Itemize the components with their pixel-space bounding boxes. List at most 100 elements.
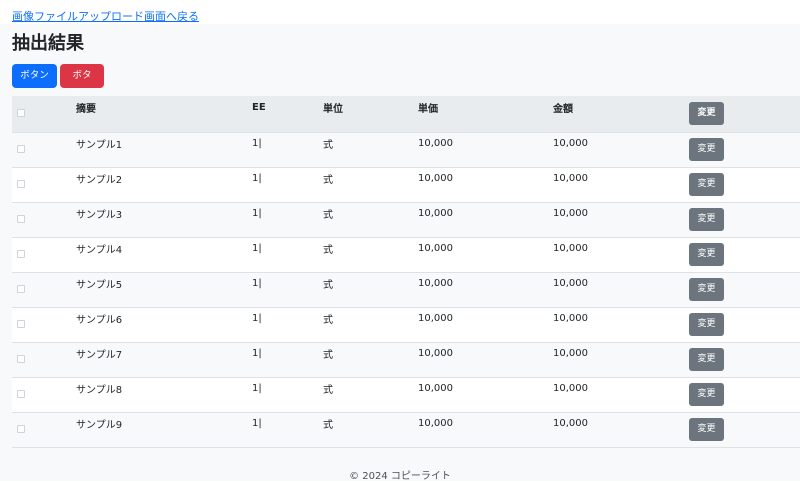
cell-action: 変更 bbox=[689, 307, 800, 343]
cell-action: 変更 bbox=[689, 237, 800, 273]
cell-action: 変更 bbox=[689, 132, 800, 168]
change-button[interactable]: 変更 bbox=[689, 208, 724, 231]
cell-qty: 1| bbox=[252, 132, 323, 168]
row-select-cell bbox=[12, 342, 76, 378]
header-summary: 摘要 bbox=[76, 96, 252, 133]
change-button[interactable]: 変更 bbox=[689, 138, 724, 161]
cell-summary-text: サンプル5 bbox=[76, 280, 123, 291]
row-select-cell bbox=[12, 237, 76, 273]
change-button[interactable]: 変更 bbox=[689, 383, 724, 406]
cell-unit: 式 bbox=[323, 272, 418, 308]
back-to-upload-link[interactable]: 画像ファイルアップロード画面へ戻る bbox=[12, 8, 199, 24]
page-title: 抽出結果 bbox=[12, 33, 84, 54]
cell-amount-text: 10,000 bbox=[553, 138, 588, 149]
cell-summary: サンプル4 bbox=[76, 237, 252, 273]
table-row: サンプル4 1| 式 10,000 10,000 変更 bbox=[12, 237, 800, 273]
cell-unit: 式 bbox=[323, 307, 418, 343]
cell-qty-text: 1| bbox=[252, 278, 262, 289]
cell-action: 変更 bbox=[689, 342, 800, 378]
row-select-cell bbox=[12, 167, 76, 203]
cell-summary-text: サンプル3 bbox=[76, 210, 123, 221]
cell-amount: 10,000 bbox=[553, 307, 689, 343]
cell-unit-price-text: 10,000 bbox=[418, 173, 453, 184]
cell-amount-text: 10,000 bbox=[553, 383, 588, 394]
cell-unit: 式 bbox=[323, 202, 418, 238]
danger-button[interactable]: ボタン bbox=[60, 64, 104, 105]
cell-amount: 10,000 bbox=[553, 132, 689, 168]
select-all-checkbox[interactable] bbox=[17, 109, 25, 118]
table-row: サンプル5 1| 式 10,000 10,000 変更 bbox=[12, 272, 800, 308]
row-checkbox[interactable] bbox=[17, 285, 25, 293]
change-button[interactable]: 変更 bbox=[689, 348, 724, 371]
primary-button[interactable]: ボタン bbox=[12, 64, 57, 88]
cell-qty-text: 1| bbox=[252, 383, 262, 394]
cell-unit-text: 式 bbox=[323, 210, 333, 221]
cell-amount: 10,000 bbox=[553, 412, 689, 448]
header-unit-label: 単位 bbox=[323, 104, 343, 116]
header-amount: 金額 bbox=[553, 96, 689, 133]
change-button[interactable]: 変更 bbox=[689, 173, 724, 196]
cell-unit-text: 式 bbox=[323, 350, 333, 361]
cell-summary: サンプル5 bbox=[76, 272, 252, 308]
cell-amount: 10,000 bbox=[553, 202, 689, 238]
cell-unit-price: 10,000 bbox=[418, 167, 553, 203]
cell-amount-text: 10,000 bbox=[553, 173, 588, 184]
change-button[interactable]: 変更 bbox=[689, 313, 724, 336]
row-checkbox[interactable] bbox=[17, 390, 25, 398]
cell-amount-text: 10,000 bbox=[553, 418, 588, 429]
cell-unit-price-text: 10,000 bbox=[418, 138, 453, 149]
change-button[interactable]: 変更 bbox=[689, 243, 724, 266]
cell-unit-price: 10,000 bbox=[418, 202, 553, 238]
cell-unit-price-text: 10,000 bbox=[418, 383, 453, 394]
cell-action: 変更 bbox=[689, 377, 800, 413]
table-row: サンプル2 1| 式 10,000 10,000 変更 bbox=[12, 167, 800, 203]
cell-amount: 10,000 bbox=[553, 272, 689, 308]
cell-unit-text: 式 bbox=[323, 315, 333, 326]
cell-unit-price: 10,000 bbox=[418, 412, 553, 448]
row-checkbox[interactable] bbox=[17, 180, 25, 188]
row-checkbox[interactable] bbox=[17, 355, 25, 363]
cell-unit: 式 bbox=[323, 167, 418, 203]
cell-summary: サンプル3 bbox=[76, 202, 252, 238]
row-select-cell bbox=[12, 202, 76, 238]
cell-action: 変更 bbox=[689, 202, 800, 238]
cell-summary-text: サンプル7 bbox=[76, 350, 123, 361]
change-button[interactable]: 変更 bbox=[689, 278, 724, 301]
row-checkbox[interactable] bbox=[17, 425, 25, 433]
row-checkbox[interactable] bbox=[17, 215, 25, 223]
table-row: サンプル9 1| 式 10,000 10,000 変更 bbox=[12, 412, 800, 448]
cell-unit-text: 式 bbox=[323, 420, 333, 431]
cell-summary-text: サンプル4 bbox=[76, 245, 123, 256]
cell-unit: 式 bbox=[323, 132, 418, 168]
change-button[interactable]: 変更 bbox=[689, 418, 724, 441]
header-qty-label: EE bbox=[252, 102, 266, 114]
cell-unit-price-text: 10,000 bbox=[418, 348, 453, 359]
cell-qty-text: 1| bbox=[252, 348, 262, 359]
cell-unit-price-text: 10,000 bbox=[418, 243, 453, 254]
cell-summary-text: サンプル6 bbox=[76, 315, 123, 326]
row-select-cell bbox=[12, 412, 76, 448]
row-select-cell bbox=[12, 377, 76, 413]
cell-amount: 10,000 bbox=[553, 377, 689, 413]
cell-qty-text: 1| bbox=[252, 313, 262, 324]
cell-amount-text: 10,000 bbox=[553, 313, 588, 324]
cell-unit-price: 10,000 bbox=[418, 342, 553, 378]
row-checkbox[interactable] bbox=[17, 145, 25, 153]
cell-qty: 1| bbox=[252, 272, 323, 308]
header-action: 変更 bbox=[689, 96, 800, 133]
row-select-cell bbox=[12, 307, 76, 343]
cell-summary-text: サンプル2 bbox=[76, 175, 123, 186]
cell-qty-text: 1| bbox=[252, 418, 262, 429]
row-checkbox[interactable] bbox=[17, 320, 25, 328]
cell-unit-price-text: 10,000 bbox=[418, 418, 453, 429]
cell-amount-text: 10,000 bbox=[553, 278, 588, 289]
cell-action: 変更 bbox=[689, 272, 800, 308]
header-change-button[interactable]: 変更 bbox=[689, 102, 724, 126]
table-row: サンプル1 1| 式 10,000 10,000 変更 bbox=[12, 132, 800, 168]
cell-amount-text: 10,000 bbox=[553, 208, 588, 219]
row-checkbox[interactable] bbox=[17, 250, 25, 258]
cell-action: 変更 bbox=[689, 167, 800, 203]
header-unit: 単位 bbox=[323, 96, 418, 133]
table-body: サンプル1 1| 式 10,000 10,000 変更 サンプル2 1| 式 1… bbox=[12, 132, 800, 448]
cell-qty-text: 1| bbox=[252, 173, 262, 184]
